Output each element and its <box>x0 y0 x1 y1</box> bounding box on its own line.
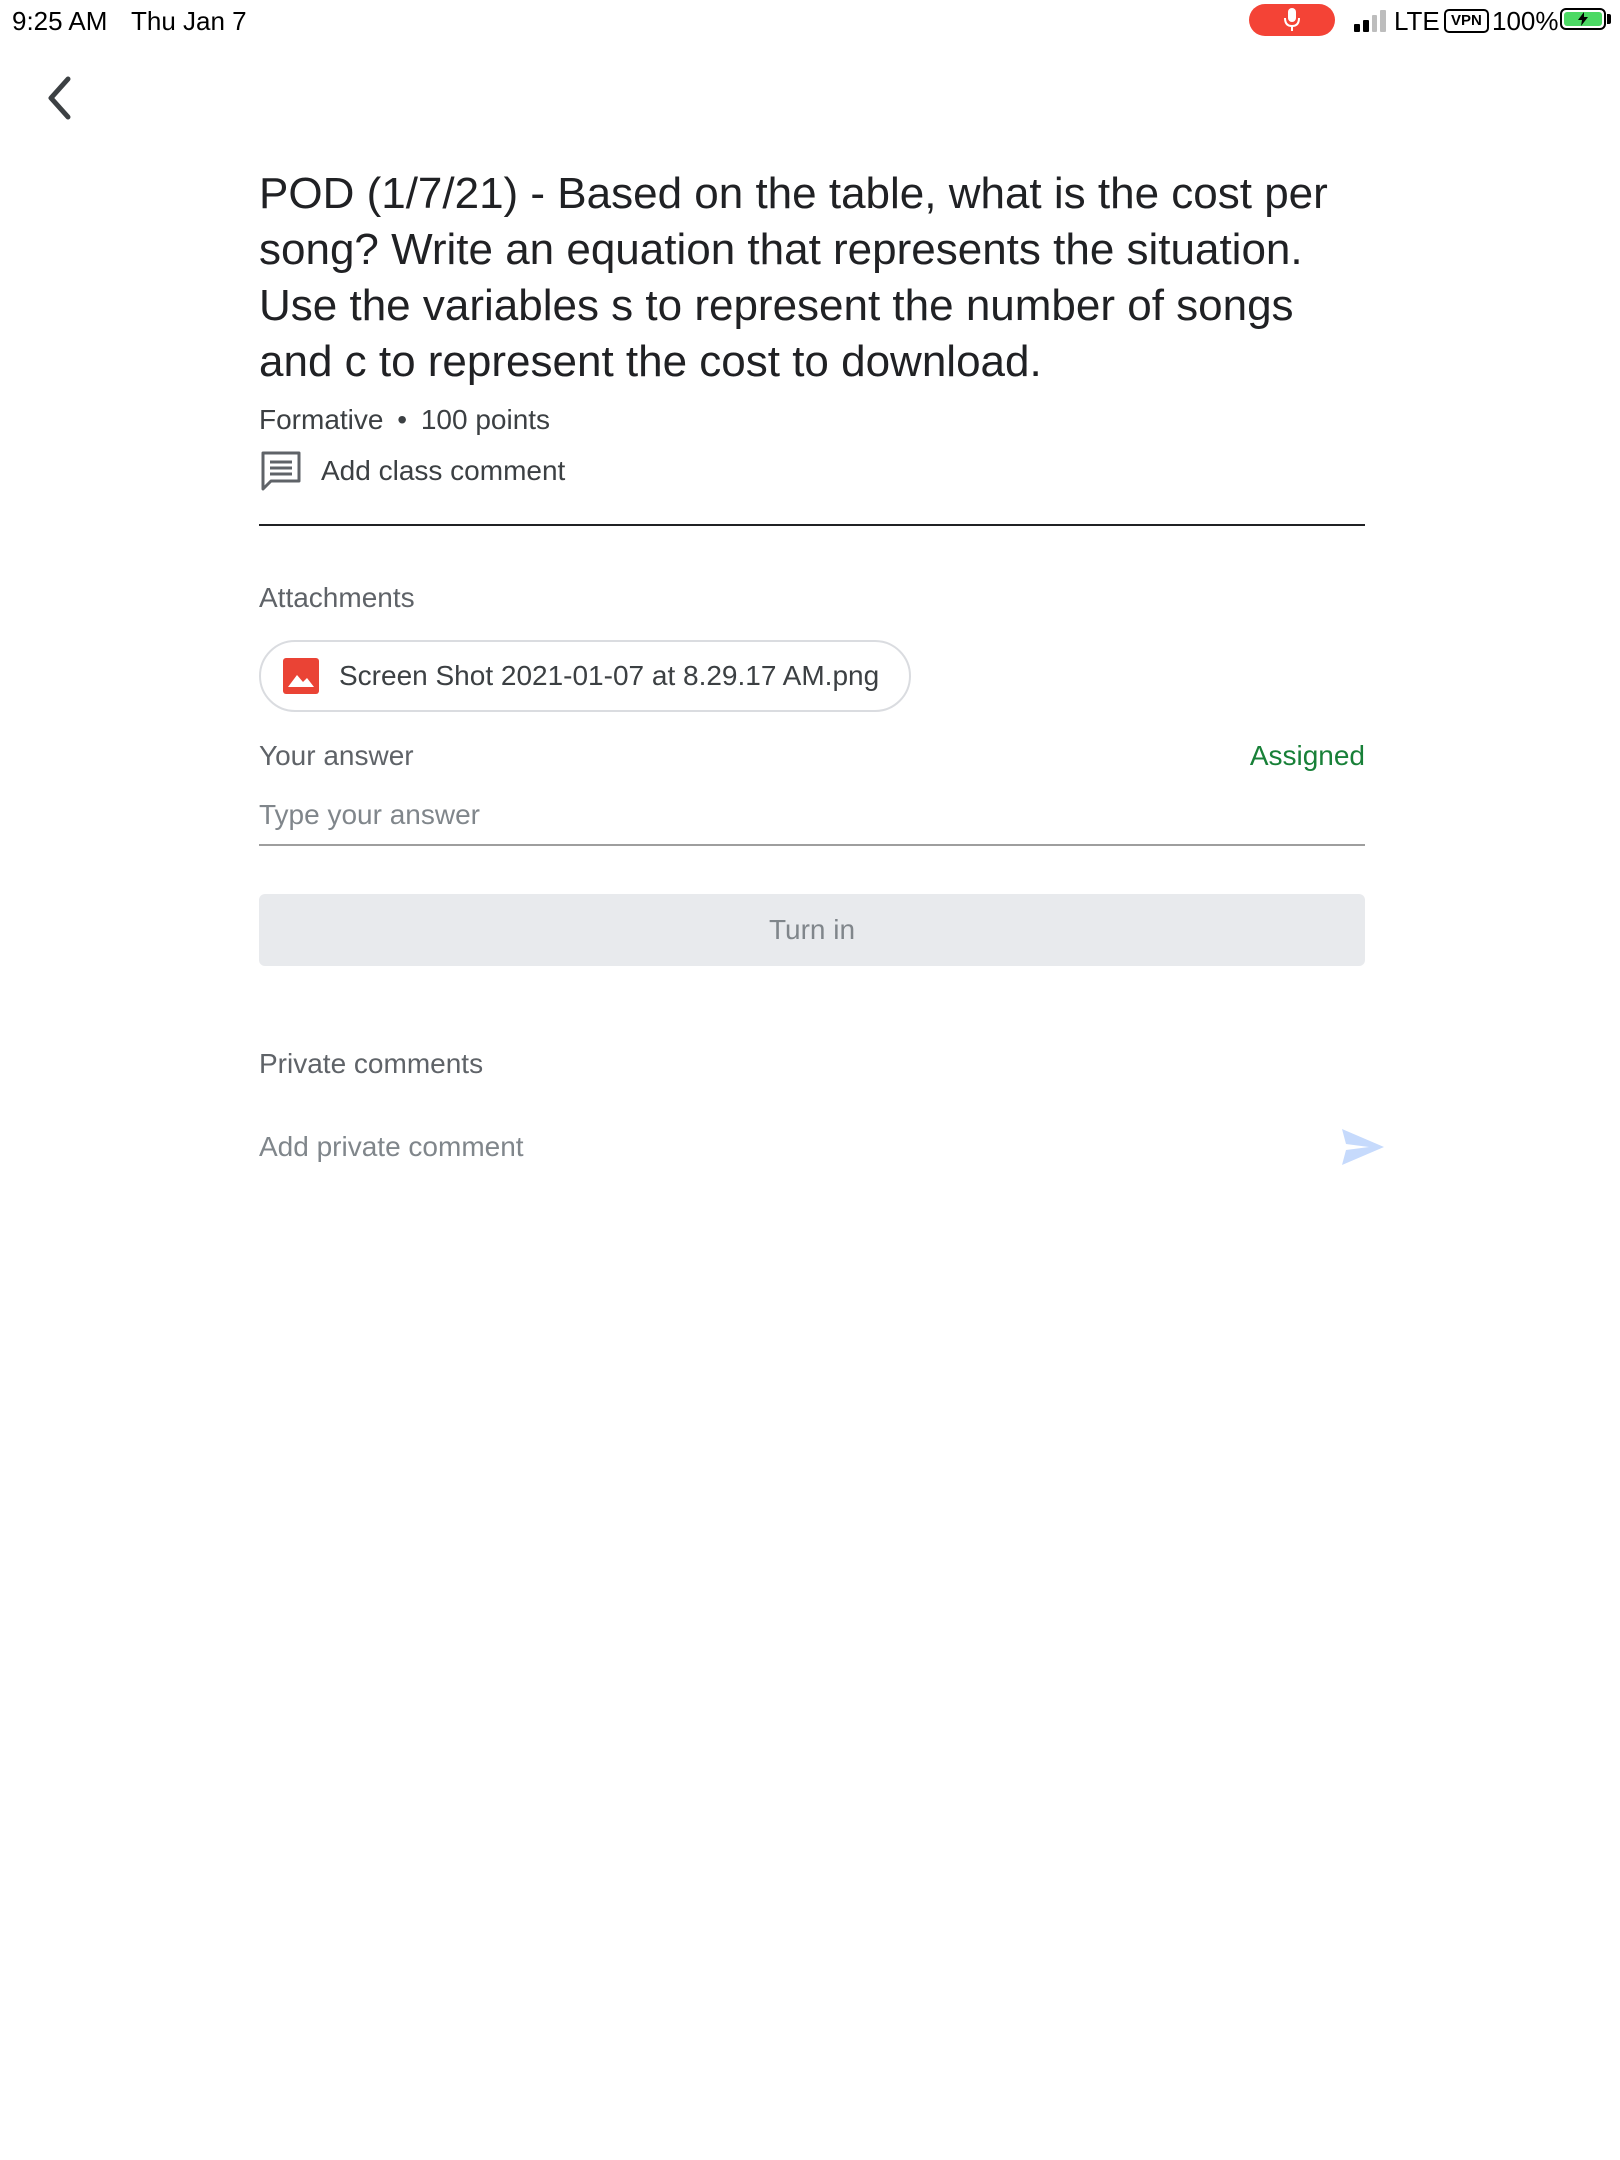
microphone-icon <box>1284 8 1300 31</box>
battery-icon <box>1560 8 1606 30</box>
private-comment-row <box>259 1124 1384 1170</box>
private-comments-heading: Private comments <box>259 1048 484 1079</box>
chevron-left-icon <box>48 76 71 120</box>
status-date: Thu Jan 7 <box>131 6 247 36</box>
assignment-meta: Formative • 100 points <box>259 404 1365 436</box>
attachment-chip[interactable]: Screen Shot 2021-01-07 at 8.29.17 AM.png <box>259 640 911 712</box>
battery-tip <box>1607 14 1611 24</box>
section-divider <box>259 524 1365 526</box>
private-comment-input[interactable] <box>259 1131 1365 1163</box>
answer-input[interactable] <box>259 786 1365 846</box>
image-icon <box>283 658 319 694</box>
status-time: 9:25 AM <box>12 6 108 36</box>
network-type: LTE <box>1394 6 1440 36</box>
assignment-title: POD (1/7/21) - Based on the table, what … <box>259 169 1328 386</box>
back-button[interactable] <box>36 70 82 126</box>
turn-in-button[interactable]: Turn in <box>259 894 1365 966</box>
assignment-detail: POD (1/7/21) - Based on the table, what … <box>259 166 1384 1170</box>
assignment-status: Assigned <box>1249 740 1365 771</box>
assignment-category: Formative <box>259 404 384 435</box>
answer-header: Your answer Assigned <box>259 740 1365 772</box>
meta-separator: • <box>397 404 408 435</box>
battery-percentage: 100% <box>1492 6 1559 36</box>
signal-strength-icon <box>1354 8 1386 32</box>
assignment-points: 100 points <box>420 404 551 435</box>
your-answer-label: Your answer <box>259 740 414 771</box>
microphone-indicator <box>1249 4 1335 36</box>
attachments-heading: Attachments <box>259 582 415 613</box>
add-class-comment-button[interactable]: Add class comment <box>259 448 1365 494</box>
send-icon <box>1342 1129 1384 1165</box>
send-button[interactable] <box>1339 1124 1387 1170</box>
add-class-comment-label: Add class comment <box>321 455 566 486</box>
comment-icon <box>259 449 303 493</box>
vpn-badge: VPN <box>1444 9 1489 33</box>
attachment-filename: Screen Shot 2021-01-07 at 8.29.17 AM.png <box>339 660 880 691</box>
status-bar: 9:25 AM Thu Jan 7 LTE VPN 100% <box>0 0 1620 40</box>
charging-bolt-icon <box>1578 12 1588 26</box>
